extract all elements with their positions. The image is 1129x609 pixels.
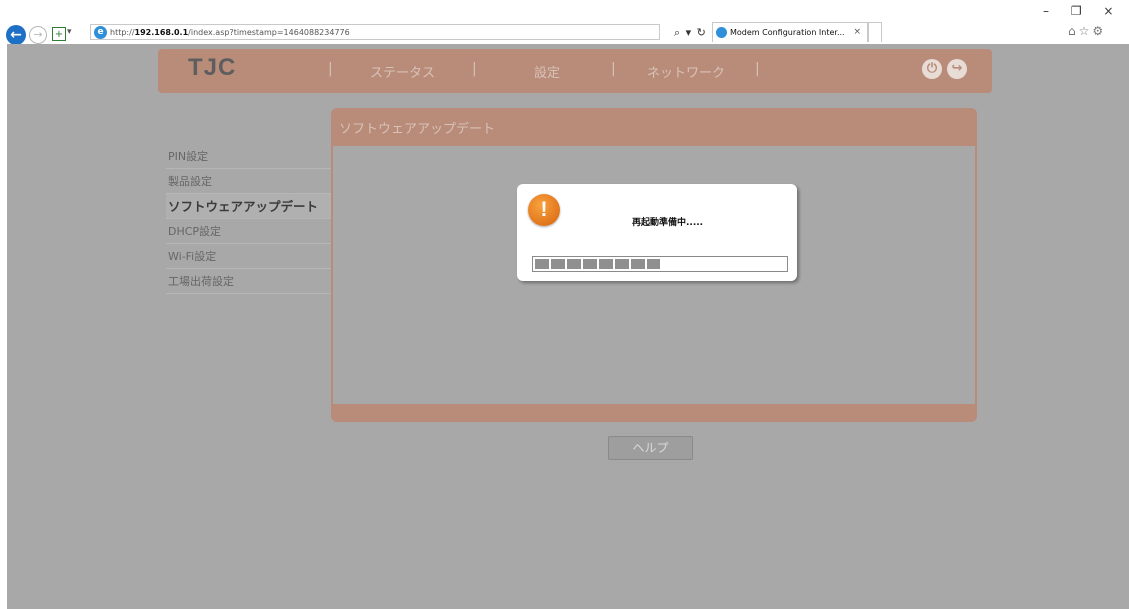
browser-tab[interactable]: Modem Configuration Inter... × bbox=[712, 22, 868, 42]
panel-title: ソフトウェアアップデート bbox=[339, 122, 496, 137]
home-icon[interactable]: ⌂ bbox=[1068, 24, 1079, 38]
nav-item-settings[interactable]: 設定 bbox=[534, 62, 560, 81]
help-button[interactable]: ヘルプ bbox=[608, 436, 693, 460]
sidebar-item-wifi[interactable]: Wi-Fi設定 bbox=[166, 244, 332, 269]
nav-item-status[interactable]: ステータス bbox=[370, 62, 435, 81]
address-bar[interactable]: e http://192.168.0.1/index.asp?timestamp=… bbox=[90, 24, 660, 40]
top-navigation-bar: TJC | ステータス | 設定 | ネットワーク | ⏻ ↪ bbox=[158, 49, 992, 93]
tjc-logo: TJC bbox=[188, 54, 237, 81]
sidebar-item-product[interactable]: 製品設定 bbox=[166, 169, 332, 194]
window-controls[interactable]: – ❐ × bbox=[1043, 4, 1122, 18]
sidebar-item-dhcp[interactable]: DHCP設定 bbox=[166, 219, 332, 244]
progress-bar bbox=[532, 256, 788, 272]
tab-close-icon[interactable]: × bbox=[853, 23, 861, 42]
site-security-icon[interactable]: + bbox=[52, 27, 66, 41]
url-path: /index.asp?timestamp=1464088234776 bbox=[188, 28, 350, 37]
browser-tools-icons[interactable]: ⌂☆⚙ bbox=[1068, 24, 1106, 38]
sidebar-item-factory-reset[interactable]: 工場出荷設定 bbox=[166, 269, 332, 294]
dialog-message: 再起動準備中..... bbox=[632, 218, 704, 228]
sidebar-item-software-update[interactable]: ソフトウェアアップデート bbox=[166, 194, 332, 219]
chevron-down-icon[interactable]: ▾ bbox=[67, 27, 72, 37]
power-icon[interactable]: ⏻ bbox=[922, 59, 942, 79]
progress-fill bbox=[535, 259, 660, 269]
tab-title: Modem Configuration Inter... bbox=[730, 28, 845, 37]
logout-icon[interactable]: ↪ bbox=[947, 59, 967, 79]
favorites-star-icon[interactable]: ☆ bbox=[1079, 24, 1093, 38]
tab-favicon-icon bbox=[716, 27, 727, 38]
nav-separator: | bbox=[611, 61, 616, 77]
nav-separator: | bbox=[328, 61, 333, 77]
forward-arrow-icon[interactable]: → bbox=[29, 26, 47, 44]
nav-item-network[interactable]: ネットワーク bbox=[647, 62, 725, 81]
warning-icon: ! bbox=[528, 194, 560, 226]
reboot-dialog: ! 再起動準備中..... bbox=[517, 184, 797, 281]
settings-gear-icon[interactable]: ⚙ bbox=[1092, 24, 1106, 38]
back-arrow-icon[interactable]: ← bbox=[6, 25, 26, 45]
settings-sidebar: PIN設定 製品設定 ソフトウェアアップデート DHCP設定 Wi-Fi設定 工… bbox=[166, 144, 332, 294]
sidebar-item-pin[interactable]: PIN設定 bbox=[166, 144, 332, 169]
nav-separator: | bbox=[472, 61, 477, 77]
new-tab-button[interactable] bbox=[868, 22, 882, 42]
browser-toolbar: ← → + ▾ e http://192.168.0.1/index.asp?ti… bbox=[0, 0, 1129, 45]
page-viewport: TJC | ステータス | 設定 | ネットワーク | ⏻ ↪ PIN設定 製品… bbox=[7, 44, 1129, 609]
search-refresh-icons[interactable]: ⌕ ▾ ↻ bbox=[674, 26, 707, 40]
url-prefix: http:// bbox=[110, 28, 135, 37]
url-host: 192.168.0.1 bbox=[134, 28, 189, 37]
ie-page-icon: e bbox=[94, 26, 107, 39]
nav-separator: | bbox=[755, 61, 760, 77]
